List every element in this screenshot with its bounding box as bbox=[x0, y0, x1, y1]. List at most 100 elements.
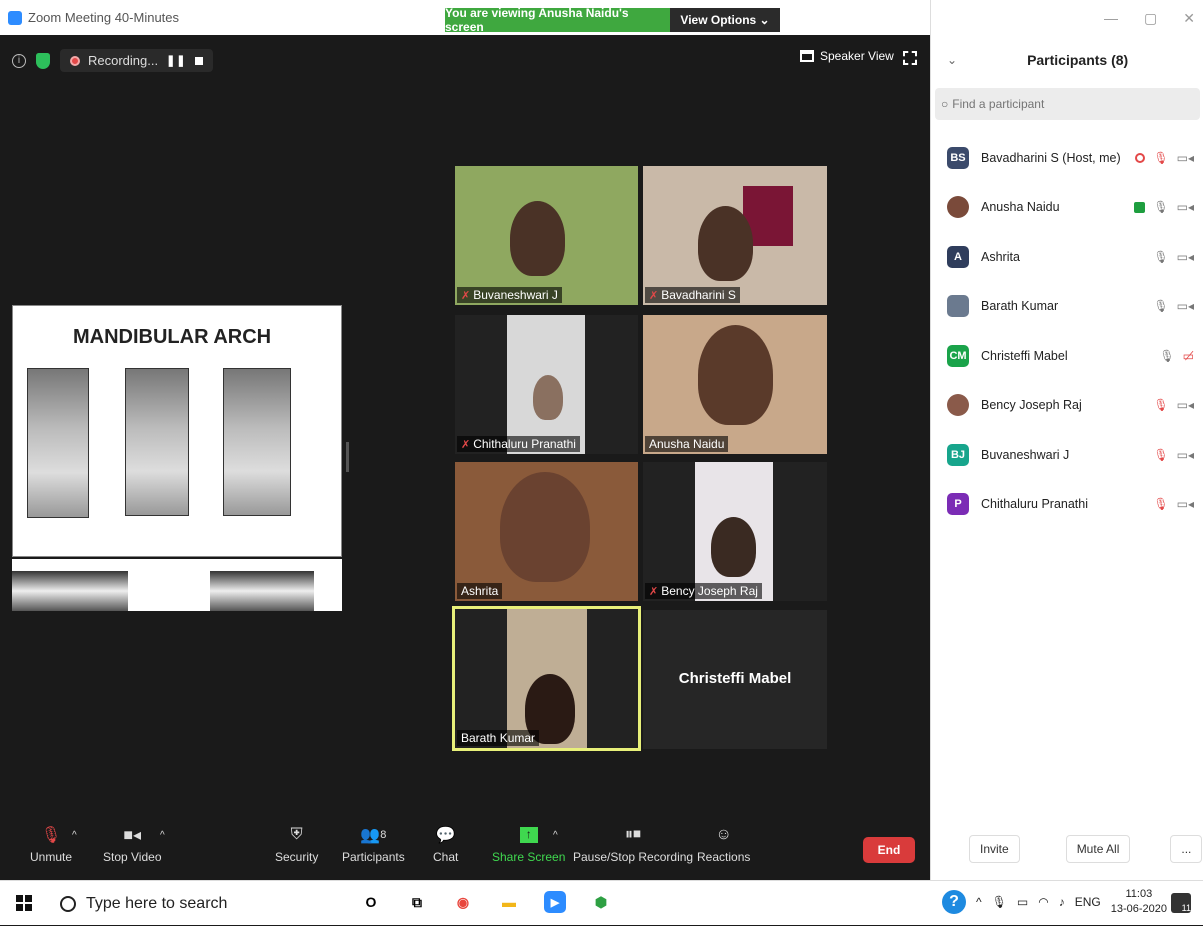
video-tile[interactable]: Ashrita bbox=[455, 462, 638, 601]
cortana-icon[interactable]: O bbox=[360, 891, 382, 913]
view-options-button[interactable]: View Options ⌄ bbox=[670, 8, 780, 32]
taskbar-search[interactable]: Type here to search bbox=[52, 881, 352, 926]
meeting-toolbar: 🎙 Unmute ^ ■◂ Stop Video ^ ⛨ Security 👥 8… bbox=[0, 810, 930, 880]
video-camera-icon[interactable]: ▭◂ bbox=[1177, 299, 1194, 313]
video-tile[interactable]: ✗ Chithaluru Pranathi bbox=[455, 315, 638, 454]
security-app-icon[interactable]: ⬢ bbox=[590, 891, 612, 913]
chrome-icon[interactable]: ◉ bbox=[452, 891, 474, 913]
muted-mic-icon[interactable]: 🎙 bbox=[1153, 448, 1168, 462]
participant-search[interactable]: ○ bbox=[935, 88, 1200, 120]
video-camera-icon[interactable]: ▭◂ bbox=[1177, 497, 1194, 511]
stop-recording-icon[interactable] bbox=[194, 56, 203, 65]
zoom-icon[interactable]: ▶ bbox=[544, 891, 566, 913]
video-options-caret-icon[interactable]: ^ bbox=[160, 830, 165, 841]
audio-options-caret-icon[interactable]: ^ bbox=[72, 830, 77, 841]
xray-image bbox=[12, 571, 128, 611]
window-controls: — ▢ ✕ bbox=[1104, 10, 1195, 27]
mic-icon[interactable]: 🎙 bbox=[1153, 250, 1168, 264]
video-tile-active-speaker[interactable]: Barath Kumar bbox=[452, 606, 641, 751]
volume-icon[interactable]: ♪ bbox=[1059, 895, 1065, 909]
video-tile[interactable]: ✗ Bency Joseph Raj bbox=[643, 462, 827, 601]
avatar: CM bbox=[947, 344, 969, 367]
participants-button[interactable]: 👥 8 Participants bbox=[342, 826, 405, 864]
participant-name: Anusha Naidu bbox=[981, 200, 1060, 215]
minimize-icon[interactable]: — bbox=[1104, 10, 1118, 27]
participants-panel: — ▢ ✕ ⌄ Participants (8) ○ BS Bavadharin… bbox=[930, 0, 1203, 880]
video-off-icon[interactable]: ▭̸ bbox=[1183, 349, 1194, 363]
participant-name: Bency Joseph Raj bbox=[981, 398, 1082, 413]
chevron-down-icon[interactable]: ⌄ bbox=[947, 53, 957, 67]
pause-stop-recording-button[interactable]: ⏸⏹ Pause/Stop Recording bbox=[573, 826, 693, 864]
clock-time: 11:03 bbox=[1125, 888, 1153, 900]
zoom-app-icon bbox=[8, 10, 22, 25]
video-tile[interactable]: ✗ Buvaneshwari J bbox=[455, 166, 638, 305]
help-icon[interactable]: ? bbox=[942, 890, 966, 914]
muted-mic-icon[interactable]: 🎙 bbox=[1153, 497, 1168, 511]
participant-row[interactable]: Bency Joseph Raj 🎙 ▭◂ bbox=[931, 381, 1203, 431]
stop-video-button[interactable]: ■◂ Stop Video bbox=[103, 826, 162, 864]
encryption-shield-icon[interactable] bbox=[36, 52, 50, 69]
video-camera-icon[interactable]: ▭◂ bbox=[1177, 200, 1194, 214]
unmute-button[interactable]: 🎙 Unmute bbox=[30, 826, 72, 864]
battery-icon[interactable]: ▭ bbox=[1017, 895, 1028, 909]
chevron-up-icon[interactable]: ^ bbox=[976, 895, 982, 909]
muted-mic-icon: ✗ bbox=[649, 289, 659, 302]
reactions-button[interactable]: ☺ Reactions bbox=[697, 826, 750, 864]
security-button[interactable]: ⛨ Security bbox=[275, 826, 318, 864]
video-camera-icon[interactable]: ▭◂ bbox=[1177, 398, 1194, 412]
info-icon[interactable]: i bbox=[12, 53, 26, 68]
split-view-handle[interactable] bbox=[346, 442, 349, 472]
more-options-button[interactable]: ... bbox=[1170, 835, 1203, 863]
language-indicator[interactable]: ENG bbox=[1075, 895, 1101, 909]
recording-dot-icon bbox=[70, 55, 80, 66]
close-icon[interactable]: ✕ bbox=[1183, 10, 1195, 27]
participant-row[interactable]: BS Bavadharini S (Host, me) 🎙 ▭◂ bbox=[931, 133, 1203, 183]
video-tile-no-video[interactable]: Christeffi Mabel bbox=[643, 610, 827, 749]
xray-image bbox=[223, 368, 291, 516]
fullscreen-icon[interactable] bbox=[903, 51, 917, 65]
share-options-caret-icon[interactable]: ^ bbox=[553, 830, 558, 841]
participant-name: Ashrita bbox=[981, 249, 1020, 264]
video-tile[interactable]: Anusha Naidu bbox=[643, 315, 827, 454]
pause-recording-icon[interactable]: ❚❚ bbox=[166, 54, 186, 67]
clock[interactable]: 11:03 13-06-2020 bbox=[1111, 887, 1167, 917]
wifi-icon[interactable]: ◠ bbox=[1038, 895, 1048, 909]
participant-name: Buvaneshwari J bbox=[981, 447, 1070, 462]
participant-row[interactable]: A Ashrita 🎙 ▭◂ bbox=[931, 232, 1203, 282]
mic-icon[interactable]: 🎙 bbox=[1153, 299, 1168, 313]
avatar: BS bbox=[947, 146, 969, 169]
search-icon: ○ bbox=[941, 97, 949, 111]
speaker-view-label: Speaker View bbox=[820, 49, 894, 63]
participant-name: Chithaluru Pranathi bbox=[981, 497, 1089, 512]
muted-mic-icon[interactable]: 🎙 bbox=[1153, 151, 1168, 165]
speaker-view-button[interactable]: Speaker View bbox=[800, 49, 894, 63]
slide-title: MANDIBULAR ARCH bbox=[73, 326, 272, 348]
notifications-icon[interactable]: 11 bbox=[1171, 893, 1191, 913]
mic-icon[interactable]: 🎙 bbox=[1159, 349, 1174, 363]
muted-mic-icon: 🎙 bbox=[40, 827, 62, 844]
invite-button[interactable]: Invite bbox=[969, 835, 1020, 863]
end-meeting-button[interactable]: End bbox=[863, 837, 915, 863]
video-camera-icon[interactable]: ▭◂ bbox=[1177, 250, 1194, 264]
participant-row[interactable]: BJ Buvaneshwari J 🎙 ▭◂ bbox=[931, 430, 1203, 480]
chat-button[interactable]: 💬 Chat bbox=[433, 826, 458, 864]
participant-row[interactable]: Barath Kumar 🎙 ▭◂ bbox=[931, 282, 1203, 332]
mic-icon[interactable]: 🎙 bbox=[1153, 200, 1168, 214]
participant-row[interactable]: P Chithaluru Pranathi 🎙 ▭◂ bbox=[931, 480, 1203, 530]
participant-row[interactable]: Anusha Naidu 🎙 ▭◂ bbox=[931, 183, 1203, 233]
windows-start-icon[interactable] bbox=[16, 895, 32, 911]
shared-screen-content-lower bbox=[12, 559, 342, 611]
participant-row[interactable]: CM Christeffi Mabel 🎙 ▭̸ bbox=[931, 331, 1203, 381]
muted-mic-icon[interactable]: 🎙 bbox=[1153, 398, 1168, 412]
participant-name: Christeffi Mabel bbox=[981, 348, 1068, 363]
muted-mic-icon: ✗ bbox=[461, 438, 471, 451]
video-camera-icon[interactable]: ▭◂ bbox=[1177, 448, 1194, 462]
task-view-icon[interactable]: ⧉ bbox=[406, 891, 428, 913]
mic-tray-icon[interactable]: 🎙 bbox=[992, 895, 1007, 909]
video-tile[interactable]: ✗ Bavadharini S bbox=[643, 166, 827, 305]
video-camera-icon[interactable]: ▭◂ bbox=[1177, 151, 1194, 165]
file-explorer-icon[interactable]: ▬ bbox=[498, 891, 520, 913]
participant-search-input[interactable] bbox=[952, 97, 1173, 111]
restore-icon[interactable]: ▢ bbox=[1144, 10, 1157, 27]
mute-all-button[interactable]: Mute All bbox=[1065, 835, 1131, 863]
